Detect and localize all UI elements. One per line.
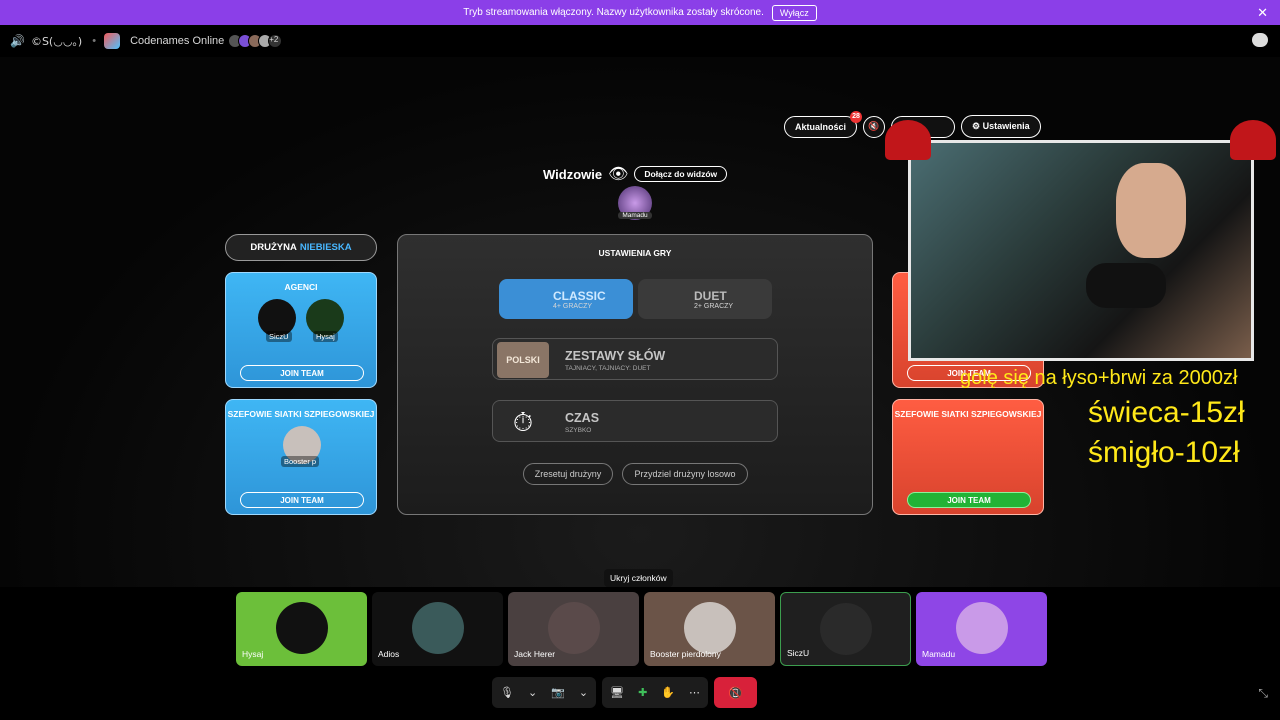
player-name: Hysaj (313, 331, 338, 342)
app-name: Codenames Online (130, 35, 225, 47)
reset-teams-button[interactable]: Zresetuj drużyny (523, 463, 613, 485)
settings-button[interactable]: ⚙ Ustawienia (961, 115, 1041, 138)
mode-sub: 4+ GRACZY (553, 302, 593, 310)
microphone-icon[interactable]: 🎙 (500, 686, 514, 699)
avatar (411, 602, 464, 654)
streaming-mode-banner: Tryb streamowania włączony. Nazwy użytko… (0, 0, 1280, 25)
avatar (547, 602, 600, 654)
spymasters-title: SZEFOWIE SIATKI SZPIEGOWSKIEJ (227, 409, 375, 419)
eye-icon: 👁 (608, 166, 629, 183)
camera-off-icon[interactable]: 📷 (551, 686, 565, 699)
join-team-button[interactable]: JOIN TEAM (240, 365, 364, 381)
time-row[interactable]: ⏱ CZAS SZYBKO (492, 400, 778, 442)
streamer-face (1116, 163, 1186, 258)
spymasters-title: SZEFOWIE SIATKI SZPIEGOWSKIEJ (894, 409, 1042, 419)
app-icon (104, 33, 121, 49)
voice-members: Hysaj Adios Jack Herer Booster pierdolon… (236, 592, 1047, 666)
player-name: SiczU (266, 331, 292, 342)
team-color-label: NIEBIESKA (299, 242, 352, 253)
chevron-down-icon[interactable]: ⌄ (528, 686, 537, 699)
wordsets-sub: TAJNIACY, TAJNIACY: DUET (565, 365, 651, 372)
avatar (275, 602, 328, 654)
speaker-icon[interactable]: 🔊 (10, 34, 25, 48)
channel-name: ©S(◡◡。) (30, 35, 83, 48)
team-label: DRUŻYNA (250, 242, 297, 253)
extra-count: +2 (268, 34, 283, 48)
media-controls: 🎙 ⌄ 📷 ⌄ (492, 677, 597, 708)
disable-streaming-button[interactable]: Wyłącz (771, 4, 817, 21)
santa-hat-icon (885, 120, 931, 160)
santa-hat-icon (1230, 120, 1276, 160)
mode-duet[interactable]: DUET 2+ GRACZY (638, 279, 772, 319)
separator-dot: • (92, 35, 97, 47)
overlay-line: świeca-15zł (1088, 396, 1245, 429)
avatar (819, 603, 872, 655)
overlay-line: golę się na łyso+brwi za 2000zł (960, 367, 1238, 389)
spectators-title: Widzowie (543, 166, 603, 182)
microphone (1086, 263, 1166, 308)
news-badge: 28 (850, 110, 863, 123)
fullscreen-exit-icon[interactable]: ⤡ (1258, 686, 1268, 701)
mode-name: CLASSIC (553, 288, 606, 303)
random-teams-button[interactable]: Przydziel drużyny losowo (622, 463, 748, 485)
member-name: Mamadu (922, 649, 956, 659)
spectators-header: Widzowie 👁 Dołącz do widzów (543, 164, 728, 184)
member-name: Adios (378, 649, 400, 659)
agents-title: AGENCI (284, 282, 318, 292)
time-title: CZAS (565, 411, 600, 425)
more-icon[interactable]: ⋯ (689, 686, 700, 699)
member-tile[interactable]: Adios (372, 592, 503, 666)
activities-icon[interactable]: ✚ (638, 686, 647, 699)
blue-agents-card: AGENCI SiczU Hysaj JOIN TEAM (225, 272, 377, 388)
settings-title: USTAWIENIA GRY (598, 248, 672, 258)
member-name: Booster pierdolony (650, 649, 721, 659)
mute-icon[interactable]: 🔇 (863, 115, 886, 138)
game-settings-panel: USTAWIENIA GRY CLASSIC 4+ GRACZY DUET 2+… (397, 234, 873, 515)
wordsets-title: ZESTAWY SŁÓW (565, 349, 666, 363)
streamer-webcam (908, 140, 1254, 361)
red-spymasters-card: SZEFOWIE SIATKI SZPIEGOWSKIEJ JOIN TEAM (892, 399, 1044, 515)
mode-classic[interactable]: CLASSIC 4+ GRACZY (499, 279, 633, 319)
member-name: SiczU (787, 648, 810, 658)
overlay-line: śmigło-10zł (1088, 436, 1240, 469)
avatar (683, 602, 736, 654)
news-label: Aktualności (795, 121, 847, 132)
join-spectators-button[interactable]: Dołącz do widzów (634, 166, 728, 182)
disconnect-button[interactable]: 📵 (714, 677, 757, 708)
member-name: Hysaj (242, 649, 264, 659)
chevron-down-icon[interactable]: ⌄ (579, 686, 588, 699)
spectator-name: Mamadu (618, 212, 652, 219)
member-tile[interactable]: Jack Herer (508, 592, 639, 666)
settings-label: Ustawienia (982, 121, 1030, 131)
tooltip: Ukryj członków (604, 569, 673, 587)
news-button[interactable]: Aktualności 28 (784, 110, 863, 138)
participant-avatars[interactable]: +2 (228, 34, 283, 48)
chat-icon[interactable] (1252, 33, 1268, 47)
banner-text: Tryb streamowania włączony. Nazwy użytko… (463, 7, 764, 18)
wordsets-row[interactable]: POLSKI ZESTAWY SŁÓW TAJNIACY, TAJNIACY: … (492, 338, 778, 380)
member-tile[interactable]: Booster pierdolony (644, 592, 775, 666)
blue-team-header: DRUŻYNA NIEBIESKA (225, 234, 377, 261)
mode-name: DUET (694, 288, 727, 303)
member-tile[interactable]: SiczU (780, 592, 911, 666)
join-team-button[interactable]: JOIN TEAM (240, 492, 364, 508)
screen-share-icon[interactable]: 🖥 (610, 686, 624, 699)
join-team-button[interactable]: JOIN TEAM (907, 492, 1031, 508)
time-sub: SZYBKO (565, 427, 592, 434)
language-badge: POLSKI (497, 342, 549, 378)
call-controls: 🎙 ⌄ 📷 ⌄ 🖥 ✚ ✋ ⋯ 📵 (492, 677, 757, 708)
avatar (955, 602, 1008, 654)
player-name: Booster p (281, 456, 320, 467)
activity-titlebar: 🔊 ©S(◡◡。) • Codenames Online +2 (0, 25, 1280, 57)
member-tile[interactable]: Hysaj (236, 592, 367, 666)
activity-controls: 🖥 ✚ ✋ ⋯ (602, 677, 708, 708)
stopwatch-icon: ⏱ (512, 407, 534, 437)
member-name: Jack Herer (514, 649, 556, 659)
blue-spymasters-card: SZEFOWIE SIATKI SZPIEGOWSKIEJ Booster p … (225, 399, 377, 515)
close-icon[interactable]: ✕ (1257, 5, 1268, 21)
mode-sub: 2+ GRACZY (694, 302, 734, 310)
soundboard-icon[interactable]: ✋ (661, 686, 675, 699)
member-tile[interactable]: Mamadu (916, 592, 1047, 666)
